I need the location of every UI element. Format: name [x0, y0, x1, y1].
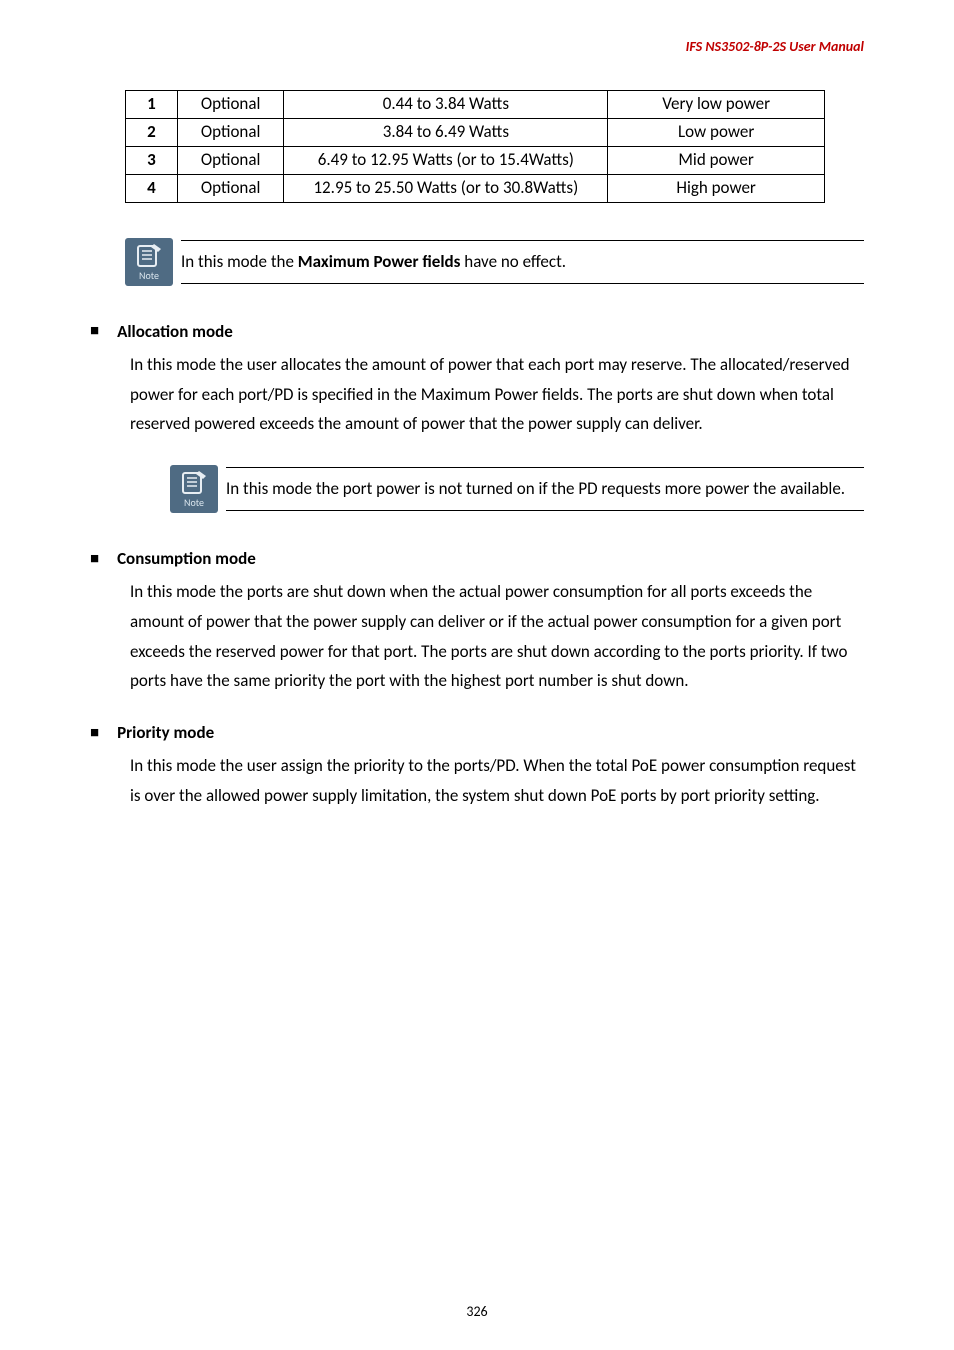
row-optional: Optional: [177, 91, 284, 119]
row-index: 1: [126, 91, 178, 119]
allocation-heading: Allocation mode: [117, 321, 233, 342]
note-block: Note In this mode the port power is not …: [170, 465, 864, 513]
note-block: Note In this mode the Maximum Power fiel…: [125, 238, 864, 286]
consumption-heading: Consumption mode: [117, 548, 256, 569]
bullet-icon: ■: [90, 322, 99, 340]
row-desc: High power: [608, 174, 825, 202]
note1-bold: Maximum Power fields: [298, 251, 461, 272]
table-row: 4 Optional 12.95 to 25.50 Watts (or to 3…: [126, 174, 825, 202]
allocation-body: In this mode the user allocates the amou…: [130, 350, 864, 439]
row-range: 0.44 to 3.84 Watts: [284, 91, 608, 119]
bullet-icon: ■: [90, 550, 99, 568]
table-row: 2 Optional 3.84 to 6.49 Watts Low power: [126, 118, 825, 146]
row-optional: Optional: [177, 118, 284, 146]
row-range: 3.84 to 6.49 Watts: [284, 118, 608, 146]
note1-prefix: In this mode the: [181, 251, 298, 272]
row-range: 12.95 to 25.50 Watts (or to 30.8Watts): [284, 174, 608, 202]
note-text: In this mode the Maximum Power fields ha…: [181, 240, 864, 284]
section-priority: ■ Priority mode In this mode the user as…: [90, 722, 864, 811]
note-icon-label: Note: [184, 496, 204, 509]
row-index: 2: [126, 118, 178, 146]
note-icon-label: Note: [139, 269, 159, 282]
row-desc: Very low power: [608, 91, 825, 119]
row-optional: Optional: [177, 174, 284, 202]
row-range: 6.49 to 12.95 Watts (or to 15.4Watts): [284, 146, 608, 174]
note-icon: Note: [170, 465, 218, 513]
note1-suffix: have no effect.: [460, 251, 566, 272]
row-optional: Optional: [177, 146, 284, 174]
priority-heading: Priority mode: [117, 722, 214, 743]
row-desc: Low power: [608, 118, 825, 146]
note-icon: Note: [125, 238, 173, 286]
table-row: 1 Optional 0.44 to 3.84 Watts Very low p…: [126, 91, 825, 119]
bullet-icon: ■: [90, 724, 99, 742]
table-row: 3 Optional 6.49 to 12.95 Watts (or to 15…: [126, 146, 825, 174]
doc-header: IFS NS3502-8P-2S User Manual: [686, 38, 864, 55]
row-index: 3: [126, 146, 178, 174]
row-desc: Mid power: [608, 146, 825, 174]
section-consumption: ■ Consumption mode In this mode the port…: [90, 548, 864, 696]
row-index: 4: [126, 174, 178, 202]
priority-body: In this mode the user assign the priorit…: [130, 751, 864, 811]
consumption-body: In this mode the ports are shut down whe…: [130, 577, 864, 696]
section-allocation: ■ Allocation mode In this mode the user …: [90, 321, 864, 439]
power-class-table: 1 Optional 0.44 to 3.84 Watts Very low p…: [125, 90, 825, 203]
page-number: 326: [0, 1303, 954, 1320]
note-text: In this mode the port power is not turne…: [226, 467, 864, 511]
